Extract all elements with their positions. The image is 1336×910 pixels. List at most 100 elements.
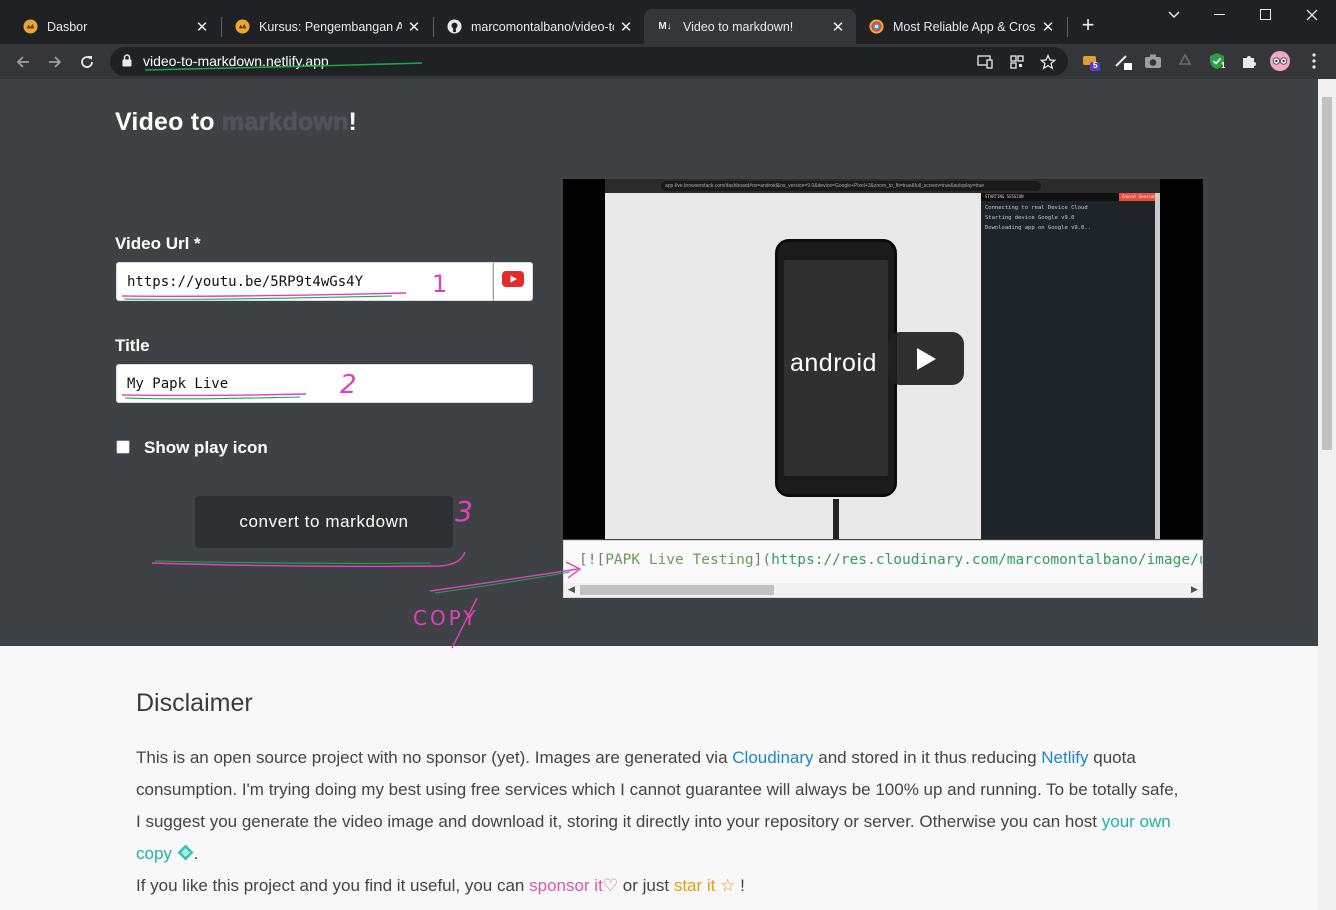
page-scrollbar[interactable] — [1318, 79, 1336, 910]
page-title: Video to markdown! — [115, 108, 357, 137]
disclaimer-text-1: This is an open source project with no s… — [136, 748, 733, 767]
preview-console: STARTING SESSION Cancel Session Connecti… — [981, 193, 1156, 539]
web-page: Video to markdown! Video Url * Title Sho… — [0, 79, 1318, 910]
title-markdown: markdown — [221, 108, 349, 136]
title-input[interactable] — [116, 364, 533, 403]
md-alt: PAPK Live Testing — [605, 552, 754, 568]
shield-icon[interactable]: 1 — [1207, 51, 1227, 71]
dicoding-icon — [234, 19, 250, 35]
tab-search-icon[interactable] — [1159, 4, 1189, 26]
converter-section: Video to markdown! Video Url * Title Sho… — [0, 79, 1318, 646]
phone-cable — [833, 499, 839, 539]
youtube-icon — [502, 271, 524, 292]
extension-badge: 1 — [1221, 61, 1226, 70]
disclaimer-text-5: If you like this project and you find it… — [136, 876, 530, 895]
tab-github[interactable]: marcomontalbano/video-to ✕ — [434, 9, 644, 44]
preview-url: app-live.browserstack.com/dashboard#os=a… — [661, 181, 1041, 191]
tab-title: Most Reliable App & Cross — [893, 19, 1036, 34]
disclaimer-heading: Disclaimer — [136, 689, 253, 717]
console-line: Downloading app on Google v9.0.. — [985, 225, 1091, 231]
video-preview-image[interactable]: app-live.browserstack.com/dashboard#os=a… — [563, 179, 1203, 539]
tab-title: Video to markdown! — [683, 19, 794, 34]
url-text: video-to-markdown.netlify.app — [143, 53, 329, 69]
close-tab-icon[interactable]: ✕ — [1040, 19, 1056, 36]
extension-icon[interactable]: 5 — [1081, 51, 1101, 71]
convert-button[interactable]: convert to markdown — [195, 496, 453, 548]
title-suffix: ! — [348, 108, 358, 136]
close-tab-icon[interactable]: ✕ — [194, 19, 210, 36]
close-window-icon[interactable] — [1297, 4, 1327, 26]
star-icon: ☆ — [720, 876, 736, 895]
dicoding-icon — [22, 19, 38, 35]
scrollbar-thumb[interactable] — [580, 585, 774, 595]
disclaimer-text: This is an open source project with no s… — [136, 742, 1186, 902]
disclaimer-text-4: . — [193, 844, 199, 863]
disclaimer-section: Disclaimer This is an open source projec… — [0, 646, 1318, 910]
show-play-label: Show play icon — [144, 438, 268, 457]
android-logo-text: android — [790, 349, 877, 377]
maximize-icon[interactable] — [1251, 4, 1281, 26]
netlify-link[interactable]: Netlify — [1041, 748, 1088, 767]
scroll-right-icon[interactable]: ▶ — [1191, 584, 1198, 595]
puzzle-extensions-icon[interactable] — [1239, 51, 1259, 71]
camera-icon[interactable] — [1143, 51, 1163, 71]
markdown-code[interactable]: [![PAPK Live Testing](https://res.cloudi… — [579, 552, 1202, 568]
new-tab-button[interactable]: + — [1077, 14, 1099, 36]
show-play-checkbox[interactable] — [116, 440, 130, 454]
extension-badge: 5 — [1093, 61, 1098, 70]
page-scrollbar-thumb[interactable] — [1322, 97, 1332, 450]
tab-video-to-markdown[interactable]: M↓ Video to markdown! ✕ — [644, 9, 856, 44]
reload-icon[interactable] — [74, 49, 100, 75]
close-tab-icon[interactable]: ✕ — [406, 19, 422, 36]
lock-icon[interactable] — [122, 54, 132, 72]
console-line: Connecting to real Device Cloud — [985, 205, 1088, 211]
minimize-icon[interactable] — [1205, 4, 1235, 26]
browser-menu-icon[interactable] — [1304, 51, 1324, 71]
close-tab-icon[interactable]: ✕ — [618, 19, 634, 36]
tab-strip: Dasbor ✕ Kursus: Pengembangan Apl ✕ marc… — [0, 0, 1336, 44]
disclaimer-text-7: ! — [735, 876, 745, 895]
markdown-output[interactable]: [![PAPK Live Testing](https://res.cloudi… — [563, 540, 1203, 598]
console-line: Starting device Google v9.0 — [985, 215, 1075, 221]
cancel-session-label: Cancel Session — [1122, 194, 1156, 199]
console-header: STARTING SESSION Cancel Session — [981, 193, 1156, 201]
title-label: Title — [115, 336, 150, 355]
md-url: https://res.cloudinary.com/marcomontalba… — [771, 552, 1202, 568]
cast-icon[interactable] — [976, 53, 994, 71]
disclaimer-text-2: and stored in it thus reducing — [813, 748, 1042, 767]
tab-kursus[interactable]: Kursus: Pengembangan Apl ✕ — [222, 9, 432, 44]
pen-extension-icon[interactable] — [1113, 51, 1133, 71]
cloudinary-link[interactable]: Cloudinary — [732, 748, 813, 767]
github-icon — [446, 19, 462, 35]
profile-avatar[interactable] — [1270, 51, 1290, 71]
tab-title: Dasbor — [47, 19, 88, 34]
forward-arrow-icon[interactable] — [42, 49, 68, 75]
star-link[interactable]: star it — [674, 876, 716, 895]
netlify-diamond-icon — [177, 844, 194, 863]
scroll-left-icon[interactable]: ◀ — [568, 584, 575, 595]
tab-dasbor[interactable]: Dasbor ✕ — [10, 9, 220, 44]
horizontal-scrollbar[interactable]: ◀ ▶ — [564, 583, 1202, 597]
address-bar[interactable]: video-to-markdown.netlify.app — [110, 47, 1068, 76]
tab-title: Kursus: Pengembangan Apl — [259, 19, 402, 34]
cancel-session-button: Cancel Session — [1119, 193, 1156, 201]
md-open: [![ — [579, 552, 606, 568]
preview-screenshot: app-live.browserstack.com/dashboard#os=a… — [605, 179, 1160, 539]
sponsor-link[interactable]: sponsor it — [529, 876, 603, 895]
console-header-text: STARTING SESSION — [985, 194, 1024, 199]
tab-browserstack[interactable]: Most Reliable App & Cross ✕ — [856, 9, 1066, 44]
youtube-button[interactable] — [493, 262, 533, 301]
video-url-input[interactable] — [116, 262, 493, 301]
browserstack-icon — [868, 19, 884, 35]
heart-icon: ♡ — [602, 876, 619, 895]
tab-title: marcomontalbano/video-to — [471, 19, 614, 34]
play-icon — [888, 332, 964, 385]
video-url-label: Video Url * — [115, 234, 201, 253]
recycle-icon[interactable] — [1175, 51, 1195, 71]
close-tab-icon[interactable]: ✕ — [830, 19, 846, 36]
back-arrow-icon[interactable] — [10, 49, 36, 75]
browser-toolbar: video-to-markdown.netlify.app 5 1 — [0, 44, 1336, 79]
bookmark-star-icon[interactable] — [1039, 53, 1057, 71]
qr-code-icon[interactable] — [1008, 53, 1026, 71]
tab-separator — [1067, 17, 1068, 37]
